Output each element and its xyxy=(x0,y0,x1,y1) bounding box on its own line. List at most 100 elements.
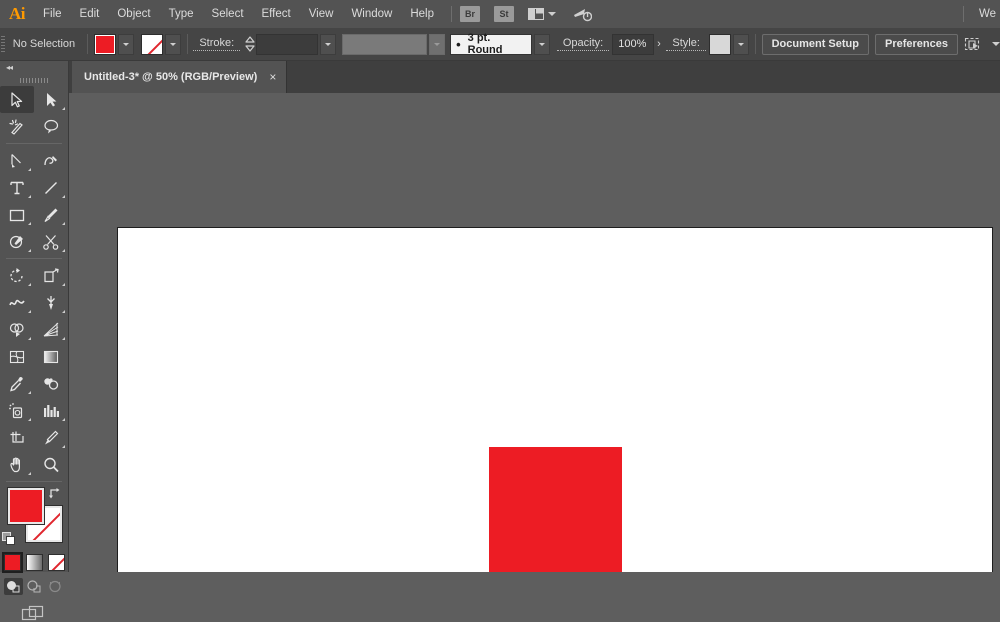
gradient-mode-button[interactable] xyxy=(25,554,43,571)
shape-builder-tool[interactable] xyxy=(0,316,34,343)
preferences-button[interactable]: Preferences xyxy=(875,33,958,55)
pen-tool[interactable] xyxy=(0,147,34,174)
flyout-corner-icon xyxy=(62,445,65,448)
brush-definition-control[interactable]: • 3 pt. Round xyxy=(450,32,551,56)
menu-select[interactable]: Select xyxy=(203,0,253,28)
brush-dot-icon: • xyxy=(456,36,461,52)
graphic-style-chevron-down-icon[interactable] xyxy=(732,33,749,55)
zoom-tool[interactable] xyxy=(34,451,68,478)
menu-effect[interactable]: Effect xyxy=(253,0,300,28)
arrange-documents-icon[interactable] xyxy=(528,8,544,20)
selection-tool[interactable] xyxy=(0,86,34,113)
flyout-corner-icon xyxy=(28,310,31,313)
stroke-weight-chevron-down-icon[interactable] xyxy=(320,33,337,55)
swap-fill-stroke-icon[interactable] xyxy=(48,486,62,500)
flyout-corner-icon xyxy=(62,283,65,286)
tool-divider-1 xyxy=(6,143,62,144)
fill-dropdown-chevron-down-icon[interactable] xyxy=(117,33,134,55)
scissors-tool[interactable] xyxy=(34,228,68,255)
canvas-area[interactable] xyxy=(68,93,1000,572)
menu-view[interactable]: View xyxy=(300,0,343,28)
perspective-grid-tool[interactable] xyxy=(34,316,68,343)
slice-tool[interactable] xyxy=(34,424,68,451)
document-tab[interactable]: Untitled-3* @ 50% (RGB/Preview) × xyxy=(72,61,288,93)
flyout-corner-icon xyxy=(62,249,65,252)
line-segment-tool[interactable] xyxy=(34,174,68,201)
puppet-warp-tool[interactable] xyxy=(34,289,68,316)
rotate-tool[interactable] xyxy=(0,262,34,289)
document-tab-title: Untitled-3* @ 50% (RGB/Preview) xyxy=(84,71,258,83)
stroke-dropdown-chevron-down-icon[interactable] xyxy=(164,33,181,55)
stock-button[interactable]: St xyxy=(494,6,514,22)
rectangle-tool[interactable] xyxy=(0,201,34,228)
opacity-expand-icon[interactable]: › xyxy=(654,34,664,55)
symbol-sprayer-tool[interactable] xyxy=(0,397,34,424)
stroke-color-control[interactable] xyxy=(140,33,181,55)
brush-definition-chevron-down-icon[interactable] xyxy=(534,33,551,55)
collapse-panel-icon[interactable]: ◂◂ xyxy=(0,61,68,74)
lasso-tool[interactable] xyxy=(34,113,68,140)
menu-edit[interactable]: Edit xyxy=(71,0,109,28)
draw-inside-button[interactable] xyxy=(46,578,65,595)
control-divider-1 xyxy=(87,34,88,54)
align-to-artboard-icon[interactable] xyxy=(964,36,1000,52)
paintbrush-tool[interactable] xyxy=(34,201,68,228)
stroke-weight-stepper[interactable] xyxy=(244,34,256,54)
fill-color-swatch[interactable] xyxy=(8,488,44,524)
close-icon[interactable]: × xyxy=(269,71,276,83)
graphic-style-control[interactable] xyxy=(708,33,749,55)
document-setup-button[interactable]: Document Setup xyxy=(761,33,869,55)
column-graph-tool[interactable] xyxy=(34,397,68,424)
type-tool[interactable] xyxy=(0,174,34,201)
control-bar-grip[interactable] xyxy=(0,28,7,60)
illustrator-window: Ai File Edit Object Type Select Effect V… xyxy=(0,0,1000,621)
mesh-tool[interactable] xyxy=(0,343,34,370)
artboard-tool[interactable] xyxy=(0,424,34,451)
default-fill-stroke-icon[interactable] xyxy=(2,532,16,546)
hand-tool[interactable] xyxy=(0,451,34,478)
tool-group-transform xyxy=(0,262,68,478)
color-mode-button[interactable] xyxy=(3,554,21,571)
fill-swatch[interactable] xyxy=(93,33,116,55)
arrange-chevron-down-icon[interactable] xyxy=(548,12,556,16)
opacity-label[interactable]: Opacity: xyxy=(556,37,610,51)
menu-type[interactable]: Type xyxy=(160,0,203,28)
red-rectangle[interactable] xyxy=(489,447,622,572)
gradient-tool[interactable] xyxy=(34,343,68,370)
graphic-style-swatch[interactable] xyxy=(708,33,731,55)
stroke-label[interactable]: Stroke: xyxy=(193,37,241,51)
menu-window[interactable]: Window xyxy=(342,0,401,28)
eyedropper-tool[interactable] xyxy=(0,370,34,397)
menu-object[interactable]: Object xyxy=(108,0,159,28)
change-screen-mode-button[interactable] xyxy=(0,604,68,622)
draw-behind-button[interactable] xyxy=(25,578,44,595)
style-label[interactable]: Style: xyxy=(666,37,706,51)
tool-divider-2 xyxy=(6,258,62,259)
none-mode-button[interactable] xyxy=(47,554,65,571)
blend-tool[interactable] xyxy=(34,370,68,397)
free-transform-tool[interactable] xyxy=(34,262,68,289)
fill-color-control[interactable] xyxy=(93,33,134,55)
magic-wand-tool[interactable] xyxy=(0,113,34,140)
curvature-tool[interactable] xyxy=(34,147,68,174)
sync-settings-icon[interactable] xyxy=(572,6,592,22)
draw-normal-button[interactable] xyxy=(3,578,23,595)
menu-file[interactable]: File xyxy=(34,0,71,28)
tools-panel-grip[interactable] xyxy=(0,74,68,86)
document-tab-bar: Untitled-3* @ 50% (RGB/Preview) × xyxy=(0,61,1000,93)
direct-selection-tool[interactable] xyxy=(34,86,68,113)
bridge-button[interactable]: Br xyxy=(460,6,480,22)
workspace-switcher[interactable]: We xyxy=(979,0,1000,28)
flyout-corner-icon xyxy=(28,337,31,340)
stroke-weight-input[interactable] xyxy=(256,33,319,55)
width-tool[interactable] xyxy=(0,289,34,316)
opacity-input[interactable]: 100% xyxy=(612,33,655,55)
menubar-divider xyxy=(451,6,452,22)
menu-help[interactable]: Help xyxy=(401,0,443,28)
brush-definition-value: 3 pt. Round xyxy=(467,32,503,56)
stroke-weight-control[interactable] xyxy=(256,33,337,55)
shaper-tool[interactable] xyxy=(0,228,34,255)
stroke-swatch[interactable] xyxy=(140,33,163,55)
brush-definition-input[interactable]: • 3 pt. Round xyxy=(450,32,533,56)
artboard[interactable] xyxy=(117,227,993,572)
